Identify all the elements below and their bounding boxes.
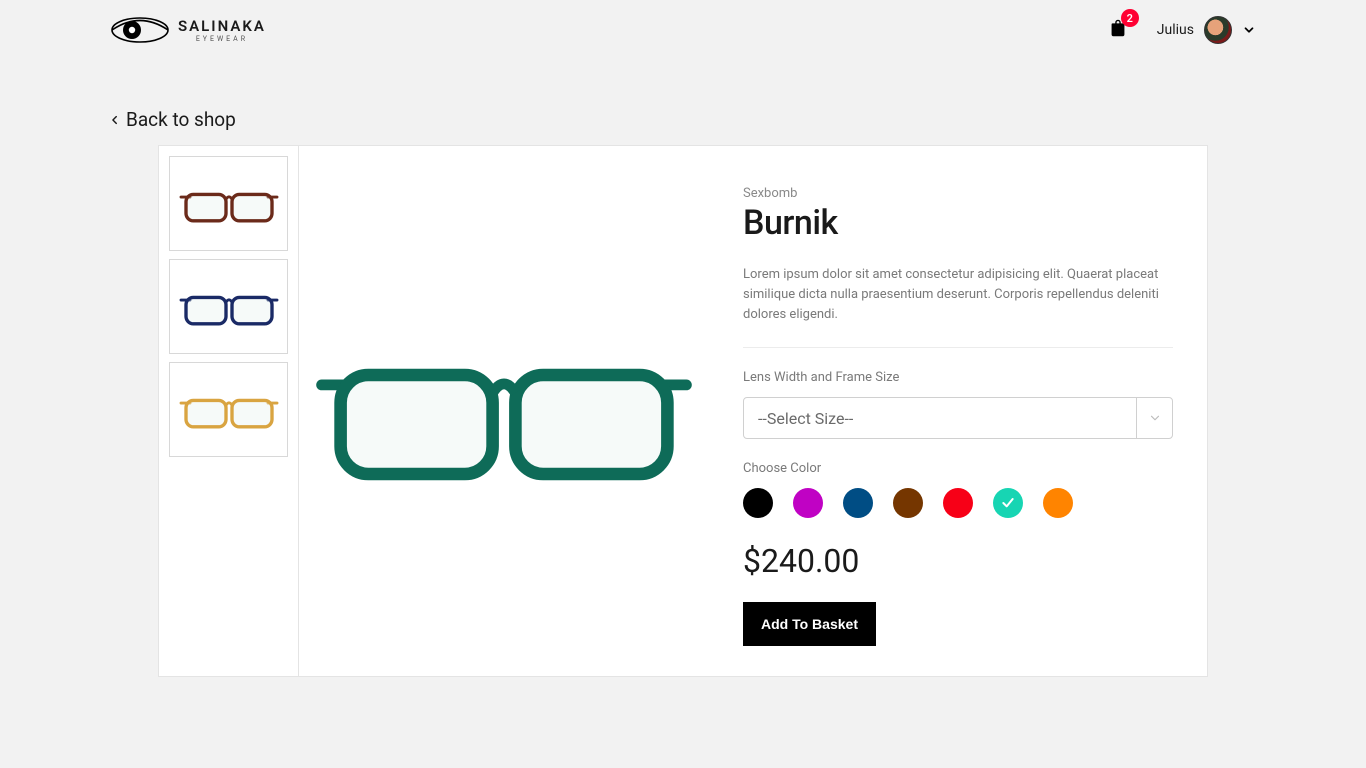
brand-logo[interactable]: SALINAKA EYEWEAR [110, 15, 266, 45]
brand-name: SALINAKA [178, 17, 266, 35]
chevron-left-icon [110, 112, 120, 128]
thumbnail-variant-navy-frame[interactable] [169, 259, 288, 354]
user-menu[interactable]: Julius [1157, 16, 1256, 44]
thumbnail-variant-brown-frame[interactable] [169, 156, 288, 251]
cart-count-badge: 2 [1121, 9, 1139, 27]
user-name: Julius [1157, 22, 1194, 38]
thumbnail-variant-amber-frame[interactable] [169, 362, 288, 457]
add-to-basket-button[interactable]: Add To Basket [743, 602, 876, 646]
chevron-down-icon [1148, 411, 1162, 425]
back-link-label: Back to shop [126, 108, 236, 131]
avatar [1204, 16, 1232, 44]
color-option-purple[interactable] [793, 488, 823, 518]
color-option-teal[interactable] [993, 488, 1023, 518]
color-options [743, 488, 1173, 518]
color-option-blue[interactable] [843, 488, 873, 518]
color-option-brown[interactable] [893, 488, 923, 518]
size-select[interactable]: --Select Size-- [743, 397, 1173, 439]
app-header: SALINAKA EYEWEAR 2 Julius [0, 0, 1366, 60]
product-name: Burnik [743, 203, 1173, 243]
color-option-red[interactable] [943, 488, 973, 518]
product-main-image [299, 146, 709, 676]
eye-logo-icon [110, 15, 170, 45]
check-icon [1000, 495, 1016, 511]
product-details: Sexbomb Burnik Lorem ipsum dolor sit ame… [709, 146, 1207, 676]
header-right: 2 Julius [1107, 16, 1256, 44]
product-card: Sexbomb Burnik Lorem ipsum dolor sit ame… [158, 145, 1208, 677]
product-brand: Sexbomb [743, 186, 1173, 201]
chevron-down-icon [1242, 23, 1256, 37]
color-label: Choose Color [743, 461, 1173, 476]
color-option-black[interactable] [743, 488, 773, 518]
thumbnail-list[interactable] [159, 146, 299, 676]
color-option-orange[interactable] [1043, 488, 1073, 518]
brand-subtitle: EYEWEAR [178, 35, 266, 43]
cart-button[interactable]: 2 [1107, 17, 1129, 43]
product-description: Lorem ipsum dolor sit amet consectetur a… [743, 265, 1173, 348]
select-chevron [1136, 398, 1172, 438]
size-label: Lens Width and Frame Size [743, 370, 1173, 385]
size-select-value: --Select Size-- [758, 409, 853, 428]
back-to-shop-link[interactable]: Back to shop [0, 108, 1366, 131]
product-price: $240.00 [743, 542, 1173, 580]
